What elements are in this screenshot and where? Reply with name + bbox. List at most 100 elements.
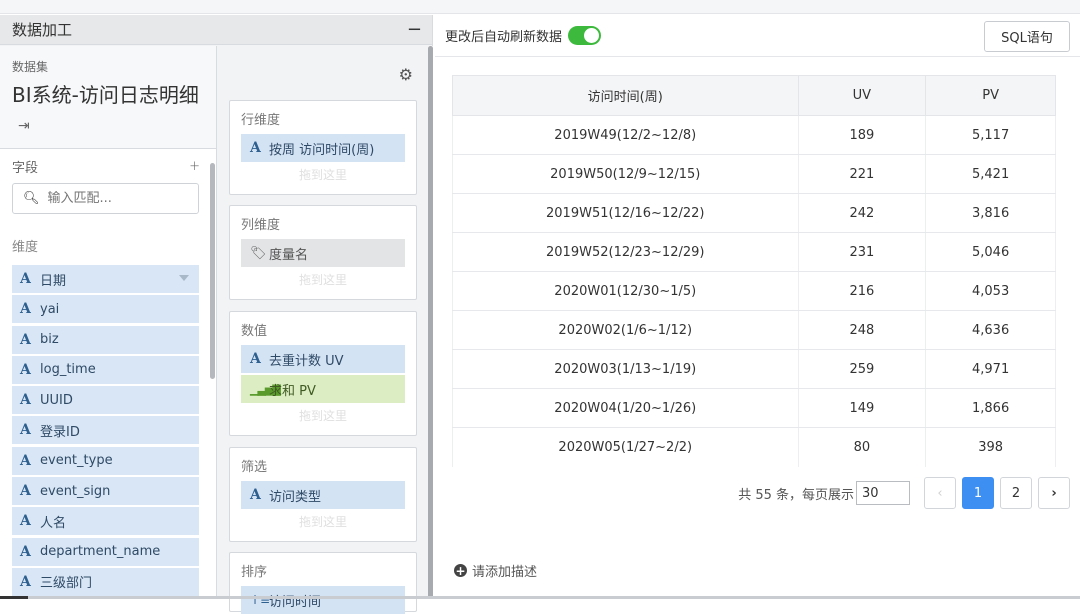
chevron-down-icon[interactable] bbox=[179, 275, 189, 281]
field-name: department_name bbox=[40, 544, 161, 560]
value-pill-uv[interactable]: A 去重计数 UV bbox=[241, 345, 405, 373]
field-item-department-name[interactable]: Adepartment_name bbox=[12, 537, 199, 566]
value-pill-pv[interactable]: ▁▃▅▇ 求和 PV bbox=[241, 375, 405, 403]
add-description-label: 请添加描述 bbox=[472, 565, 538, 580]
zone-title: 行维度 bbox=[241, 113, 281, 128]
page-2-button[interactable]: 2 bbox=[1000, 477, 1032, 509]
field-name: log_time bbox=[40, 362, 96, 378]
column-dimension-pill[interactable]: 🏷︎ 度量名 bbox=[241, 239, 405, 267]
field-item-login-id[interactable]: A 登录ID bbox=[12, 416, 199, 445]
table-cell: 2020W04(1/20~1/26) bbox=[452, 388, 799, 428]
column-header[interactable]: 访问时间(周) bbox=[452, 75, 799, 116]
text-type-icon: A bbox=[20, 543, 31, 560]
text-type-icon: A bbox=[20, 361, 31, 378]
table-cell: 216 bbox=[797, 271, 927, 311]
column-header[interactable]: UV bbox=[797, 75, 927, 116]
drop-hint: 拖到这里 bbox=[298, 273, 347, 287]
table-cell: 2019W51(12/16~12/22) bbox=[452, 193, 799, 233]
zone-title: 列维度 bbox=[241, 218, 281, 233]
row-dimension-pill[interactable]: A 按周 访问时间(周) bbox=[241, 134, 405, 162]
minimize-icon[interactable]: − bbox=[407, 20, 422, 39]
drop-hint: 拖到这里 bbox=[298, 409, 347, 423]
table-cell: 1,866 bbox=[925, 388, 1056, 428]
page-1-button[interactable]: 1 bbox=[962, 477, 994, 509]
gear-icon[interactable]: ⚙ bbox=[399, 65, 413, 84]
page-size-input[interactable] bbox=[856, 481, 910, 505]
field-item-yai[interactable]: Ayai bbox=[12, 295, 199, 324]
table-cell: 2019W52(12/23~12/29) bbox=[452, 232, 799, 272]
field-name: yai bbox=[40, 301, 60, 317]
preview-toolbar: 更改后自动刷新数据 SQL语句 bbox=[435, 15, 1080, 57]
drop-hint: 拖到这里 bbox=[298, 515, 347, 529]
dimension-label: 维度 bbox=[12, 240, 39, 255]
field-name: 登录ID bbox=[40, 424, 80, 440]
sql-button[interactable]: SQL语句 bbox=[984, 21, 1070, 52]
field-item-biz[interactable]: Abiz bbox=[12, 325, 199, 354]
table-cell: 248 bbox=[797, 310, 927, 350]
table-cell: 259 bbox=[797, 349, 927, 389]
dataset-name: BI系统-访问日志明细 ⇥ bbox=[12, 81, 204, 140]
sort-pill[interactable]: ↑≡ 访问时间 bbox=[241, 586, 405, 614]
text-type-icon: A bbox=[20, 573, 31, 590]
field-item-event-sign[interactable]: Aevent_sign bbox=[12, 477, 199, 506]
field-search-input[interactable] bbox=[47, 191, 188, 206]
table-cell: 4,053 bbox=[925, 271, 1056, 311]
table-row: 2020W01(12/30~1/5) 216 4,053 bbox=[452, 271, 1056, 311]
text-type-icon: A bbox=[20, 483, 31, 500]
table-cell: 4,971 bbox=[925, 349, 1056, 389]
field-search[interactable]: 🔍︎ bbox=[12, 183, 199, 214]
field-item-date[interactable]: A 日期 bbox=[12, 265, 199, 293]
field-list-scrollbar[interactable] bbox=[210, 163, 215, 379]
add-description-link[interactable]: + 请添加描述 bbox=[454, 561, 537, 580]
table-cell: 2019W49(12/2~12/8) bbox=[452, 115, 799, 155]
field-item-log-time[interactable]: Alog_time bbox=[12, 355, 199, 384]
top-strip bbox=[0, 0, 1080, 14]
config-scrollbar[interactable] bbox=[428, 46, 433, 599]
field-item-level3-dept[interactable]: A 三级部门 bbox=[12, 567, 199, 596]
add-circle-icon: + bbox=[454, 563, 467, 578]
next-page-button[interactable]: › bbox=[1038, 477, 1070, 509]
table-cell: 221 bbox=[797, 154, 927, 194]
field-name: event_type bbox=[40, 453, 113, 469]
table-cell: 2020W05(1/27~2/2) bbox=[452, 427, 799, 467]
table-cell: 231 bbox=[797, 232, 927, 272]
panel-title: 数据加工 bbox=[12, 21, 73, 39]
table-cell: 2020W01(12/30~1/5) bbox=[452, 271, 799, 311]
pill-label: 度量名 bbox=[269, 247, 309, 263]
zone-title: 筛选 bbox=[241, 460, 268, 475]
add-field-icon[interactable]: + bbox=[189, 159, 200, 174]
table-row: 2020W04(1/20~1/26) 149 1,866 bbox=[452, 388, 1056, 428]
values-zone[interactable]: 数值 A 去重计数 UV ▁▃▅▇ 求和 PV 拖到这里 bbox=[229, 311, 417, 436]
filter-zone[interactable]: 筛选 A 访问类型 拖到这里 bbox=[229, 447, 417, 542]
field-item-event-type[interactable]: Aevent_type bbox=[12, 446, 199, 475]
text-type-icon: A bbox=[20, 271, 31, 287]
panel-header: 数据加工 − bbox=[0, 15, 432, 45]
table-cell: 2020W02(1/6~1/12) bbox=[452, 310, 799, 350]
field-name: 日期 bbox=[40, 273, 67, 289]
config-column: ⚙ 行维度 A 按周 访问时间(周) 拖到这里 列维度 🏷︎ 度量名 拖到这里 数值… bbox=[218, 46, 433, 614]
dataset-name-text: BI系统-访问日志明细 bbox=[12, 83, 199, 107]
text-type-icon: A bbox=[20, 301, 31, 318]
row-dimension-zone[interactable]: 行维度 A 按周 访问时间(周) 拖到这里 bbox=[229, 100, 417, 195]
field-name: 人名 bbox=[40, 515, 67, 531]
field-name: 三级部门 bbox=[40, 576, 93, 592]
auto-refresh-toggle[interactable] bbox=[568, 26, 602, 45]
zone-title: 排序 bbox=[241, 565, 268, 580]
table-row: 2019W51(12/16~12/22) 242 3,816 bbox=[452, 193, 1056, 233]
dataset-label: 数据集 bbox=[12, 60, 49, 74]
text-type-icon: A bbox=[250, 140, 261, 156]
pill-label: 求和 PV bbox=[269, 383, 316, 399]
column-dimension-zone[interactable]: 列维度 🏷︎ 度量名 拖到这里 bbox=[229, 205, 417, 300]
field-name: UUID bbox=[40, 392, 73, 408]
field-item-uuid[interactable]: A UUID bbox=[12, 386, 199, 415]
prev-page-button[interactable]: ‹ bbox=[924, 477, 956, 509]
sort-zone[interactable]: 排序 ↑≡ 访问时间 bbox=[229, 552, 417, 614]
column-header[interactable]: PV bbox=[925, 75, 1056, 116]
table-row: 2020W02(1/6~1/12) 248 4,636 bbox=[452, 310, 1056, 350]
filter-pill[interactable]: A 访问类型 bbox=[241, 481, 405, 509]
table-cell: 4,636 bbox=[925, 310, 1056, 350]
field-column: 数据集 BI系统-访问日志明细 ⇥ 字段 + 🔍︎ 维度 A 日期 Ayai Abi… bbox=[0, 46, 217, 599]
table-row: 2020W03(1/13~1/19) 259 4,971 bbox=[452, 349, 1056, 389]
exit-icon[interactable]: ⇥ bbox=[18, 118, 30, 134]
field-item-person-name[interactable]: A 人名 bbox=[12, 507, 199, 536]
